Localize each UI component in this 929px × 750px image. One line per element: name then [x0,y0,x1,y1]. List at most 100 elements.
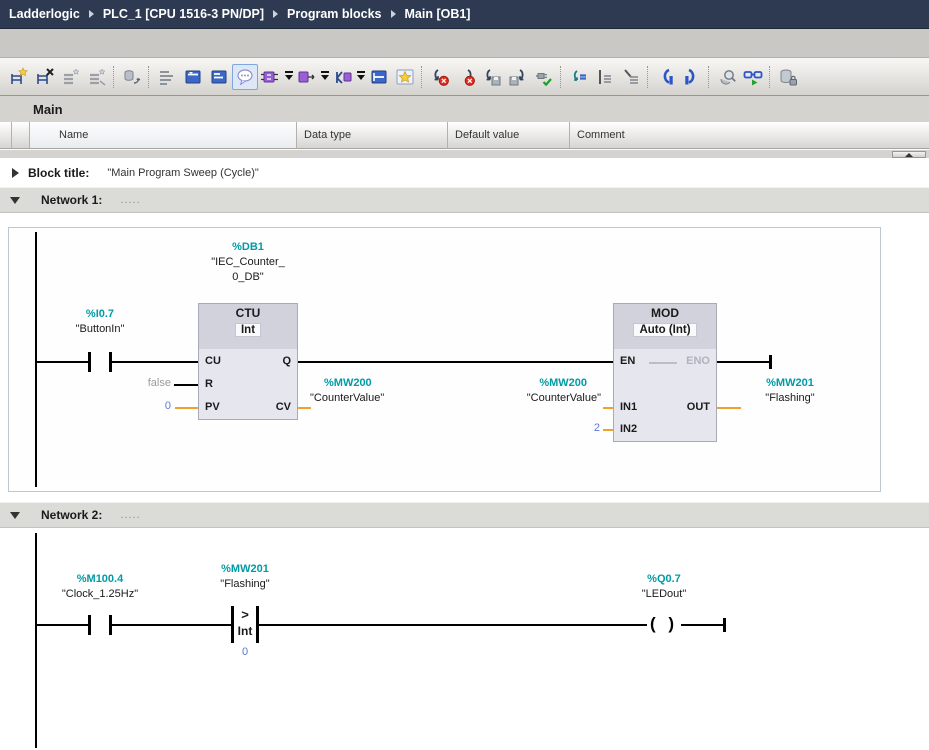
operand-address[interactable]: %MW201 [183,562,307,577]
collapse-network-1-icon[interactable] [10,197,20,204]
pin-cu[interactable]: CU [205,355,221,367]
download-cancel-icon[interactable] [453,64,479,90]
block-data-type-selector[interactable]: Int [235,323,261,337]
delete-row-icon[interactable] [84,64,110,90]
network-2-canvas[interactable]: %M100.4 "Clock_1.25Hz" > Int 0 %MW201 "F… [0,528,929,750]
operand-address[interactable]: %M100.4 [28,572,172,587]
breadcrumb-item-main-ob1[interactable]: Main [OB1] [405,7,471,21]
insert-empty-box-dropdown-icon[interactable] [284,65,294,89]
pin-r[interactable]: R [205,378,213,390]
go-to-definition-icon[interactable] [566,64,592,90]
in2-input-value[interactable]: 2 [560,422,600,434]
collapse-interface-button[interactable] [892,151,926,158]
cv-output-operand[interactable]: %MW200 "CounterValue" [310,376,432,406]
coil-operand[interactable]: %Q0.7 "LEDout" [602,572,726,602]
pin-eno[interactable]: ENO [686,355,710,367]
download-snapshot-icon[interactable] [505,64,531,90]
expand-block-title-icon[interactable] [12,168,19,178]
operand-name[interactable]: "IEC_Counter_ [186,255,310,270]
pin-q[interactable]: Q [282,355,291,367]
favorites-icon[interactable] [392,64,418,90]
contact-symbol[interactable] [109,352,112,372]
column-header-comment[interactable]: Comment [570,122,929,149]
operand-name[interactable]: "LEDout" [602,587,726,602]
operand-address[interactable]: %MW200 [481,376,601,391]
absolute-operands-icon[interactable] [154,64,180,90]
delete-network-icon[interactable] [32,64,58,90]
block-data-type-selector[interactable]: Auto (Int) [633,323,696,337]
contact-symbol[interactable] [88,352,91,372]
pin-pv[interactable]: PV [205,401,220,413]
operand-name[interactable]: "Clock_1.25Hz" [28,587,172,602]
pin-in2[interactable]: IN2 [620,423,637,435]
breadcrumb-item-plc[interactable]: PLC_1 [CPU 1516-3 PN/DP] [103,7,264,21]
pin-in1[interactable]: IN1 [620,401,637,413]
network-1-comment-placeholder[interactable]: ..... [120,194,140,206]
collapse-network-2-icon[interactable] [10,512,20,519]
breadcrumb-item-program-blocks[interactable]: Program blocks [287,7,381,21]
r-input-value[interactable]: false [116,377,171,389]
block-title-value[interactable]: "Main Program Sweep (Cycle)" [107,167,258,179]
close-all-networks-icon[interactable] [366,64,392,90]
comparator-value[interactable]: 0 [230,646,260,658]
operand-address[interactable]: %DB1 [186,240,310,255]
insert-network-icon[interactable] [6,64,32,90]
insert-jump-label-dropdown-icon[interactable] [356,65,366,89]
contact-operand[interactable]: %I0.7 "ButtonIn" [38,307,162,337]
network-2-header[interactable]: Network 2: ..... [0,502,929,528]
comparator-operand[interactable]: %MW201 "Flashing" [183,562,307,592]
update-block-call-icon[interactable] [119,64,145,90]
pin-en[interactable]: EN [620,355,635,367]
next-usage-icon[interactable] [679,64,705,90]
breadcrumb-item-project[interactable]: Ladderlogic [9,7,80,21]
out-output-operand[interactable]: %MW201 "Flashing" [744,376,836,406]
operand-name[interactable]: 0_DB" [186,270,310,285]
contact-symbol[interactable] [88,615,91,635]
operand-name[interactable]: "CounterValue" [310,391,432,406]
insert-open-branch-dropdown-icon[interactable] [320,65,330,89]
data-protection-icon[interactable] [775,64,801,90]
network-1-canvas[interactable]: %I0.7 "ButtonIn" %DB1 "IEC_Counter_ 0_DB… [0,213,929,502]
comparator-type[interactable]: Int [230,624,260,638]
operand-address[interactable]: %MW200 [310,376,432,391]
network-2-comment-placeholder[interactable]: ..... [120,509,140,521]
expand-networks-icon[interactable] [180,64,206,90]
operand-name[interactable]: "CounterValue" [481,391,601,406]
collapse-networks-icon[interactable] [206,64,232,90]
comparator-operator[interactable]: > [230,607,260,622]
previous-usage-icon[interactable] [653,64,679,90]
insert-open-branch-icon[interactable] [294,64,320,90]
upload-snapshot-icon[interactable] [479,64,505,90]
block-title-row[interactable]: Block title: "Main Program Sweep (Cycle)… [0,158,929,187]
contact-operand[interactable]: %M100.4 "Clock_1.25Hz" [28,572,172,602]
pin-out[interactable]: OUT [687,401,710,413]
operand-name[interactable]: "ButtonIn" [38,322,162,337]
operand-usage-icon[interactable] [592,64,618,90]
contact-symbol[interactable] [109,615,112,635]
column-header-name[interactable]: Name [30,122,297,149]
discard-changes-icon[interactable] [427,64,453,90]
operand-address[interactable]: %Q0.7 [602,572,726,587]
mod-block[interactable]: MOD Auto (Int) EN ENO IN1 IN2 OUT [613,303,717,442]
operand-address[interactable]: %I0.7 [38,307,162,322]
insert-row-icon[interactable] [58,64,84,90]
free-form-comments-icon[interactable] [232,64,258,90]
column-header-default-value[interactable]: Default value [448,122,570,149]
insert-jump-label-icon[interactable] [330,64,356,90]
column-header-data-type[interactable]: Data type [297,122,448,149]
monitoring-toggle-icon[interactable] [740,64,766,90]
coil-symbol[interactable]: ( ) [636,614,692,634]
operand-name[interactable]: "Flashing" [183,577,307,592]
consistency-check-icon[interactable] [531,64,557,90]
pv-input-value[interactable]: 0 [131,400,171,412]
insert-empty-box-icon[interactable] [258,64,284,90]
test-search-icon[interactable] [714,64,740,90]
db-instance-operand[interactable]: %DB1 "IEC_Counter_ 0_DB" [186,240,310,285]
in1-input-operand[interactable]: %MW200 "CounterValue" [481,376,601,406]
operand-address[interactable]: %MW201 [744,376,836,391]
operand-name[interactable]: "Flashing" [744,391,836,406]
remove-usage-icon[interactable] [618,64,644,90]
network-1-header[interactable]: Network 1: ..... [0,187,929,213]
ctu-counter-block[interactable]: CTU Int CU R PV Q CV [198,303,298,420]
pin-cv[interactable]: CV [276,401,291,413]
